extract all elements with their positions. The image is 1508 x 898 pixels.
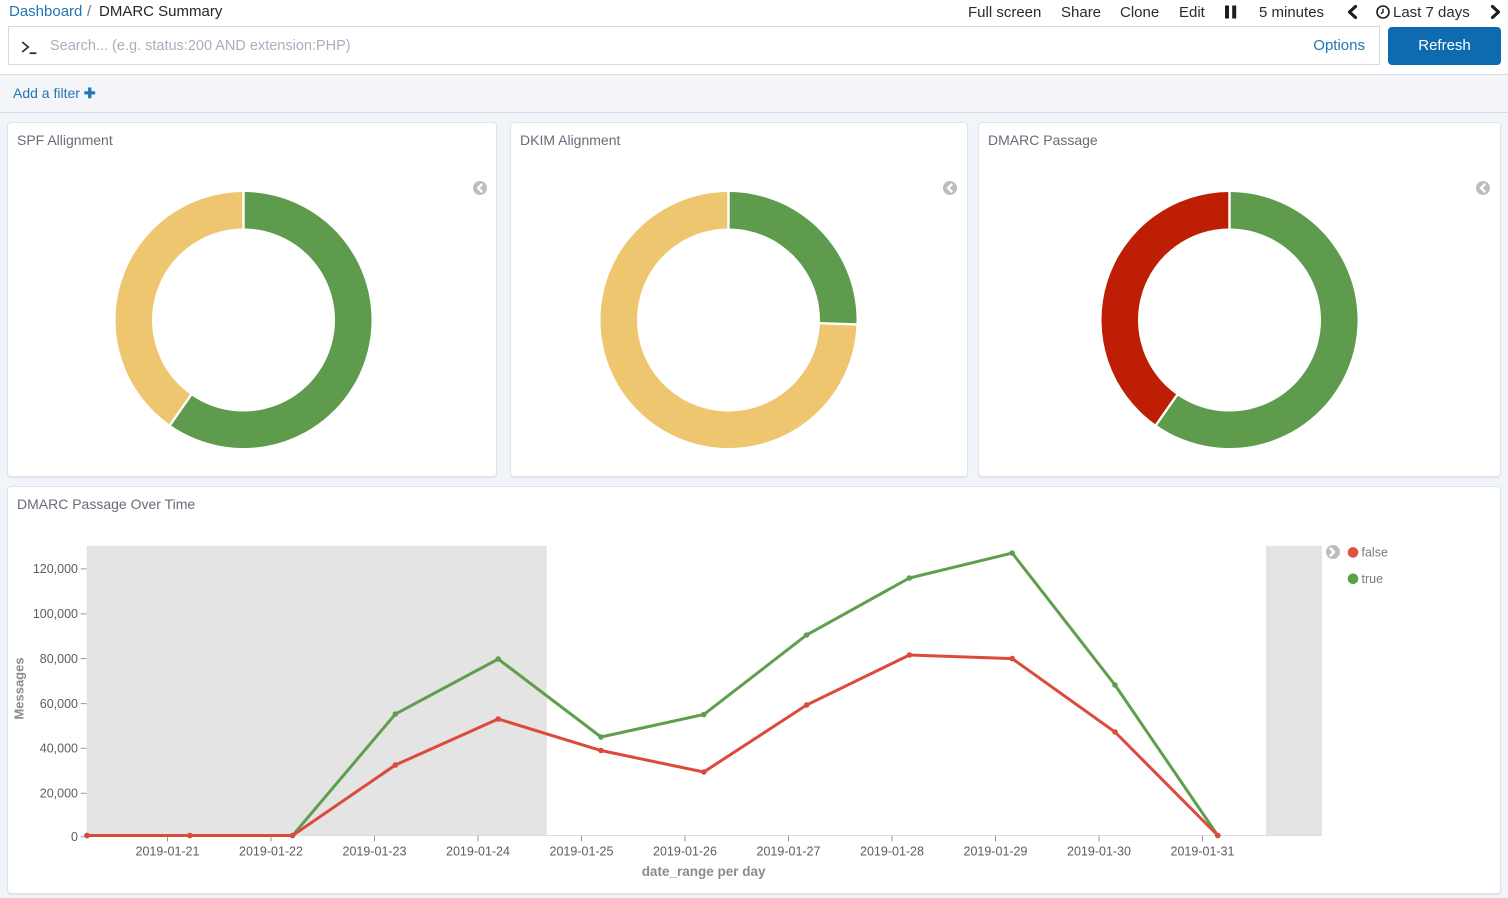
svg-text:2019-01-23: 2019-01-23 — [343, 845, 407, 859]
svg-text:120,000: 120,000 — [33, 562, 78, 576]
svg-text:false: false — [1362, 546, 1388, 560]
svg-text:2019-01-26: 2019-01-26 — [653, 845, 717, 859]
svg-text:true: true — [1362, 572, 1384, 586]
svg-text:2019-01-27: 2019-01-27 — [757, 845, 821, 859]
svg-text:100,000: 100,000 — [33, 607, 78, 621]
svg-text:80,000: 80,000 — [40, 652, 78, 666]
svg-text:2019-01-21: 2019-01-21 — [136, 845, 200, 859]
svg-text:2019-01-22: 2019-01-22 — [239, 845, 303, 859]
svg-text:20,000: 20,000 — [40, 787, 78, 801]
svg-text:2019-01-29: 2019-01-29 — [964, 845, 1028, 859]
svg-text:2019-01-24: 2019-01-24 — [446, 845, 510, 859]
svg-text:2019-01-28: 2019-01-28 — [860, 845, 924, 859]
svg-text:2019-01-30: 2019-01-30 — [1067, 845, 1131, 859]
svg-text:date_range per day: date_range per day — [642, 864, 766, 879]
svg-text:0: 0 — [71, 830, 78, 844]
svg-text:Messages: Messages — [12, 657, 27, 719]
svg-text:2019-01-25: 2019-01-25 — [550, 845, 614, 859]
svg-text:60,000: 60,000 — [40, 697, 78, 711]
svg-text:2019-01-31: 2019-01-31 — [1171, 845, 1235, 859]
svg-text:40,000: 40,000 — [40, 742, 78, 756]
